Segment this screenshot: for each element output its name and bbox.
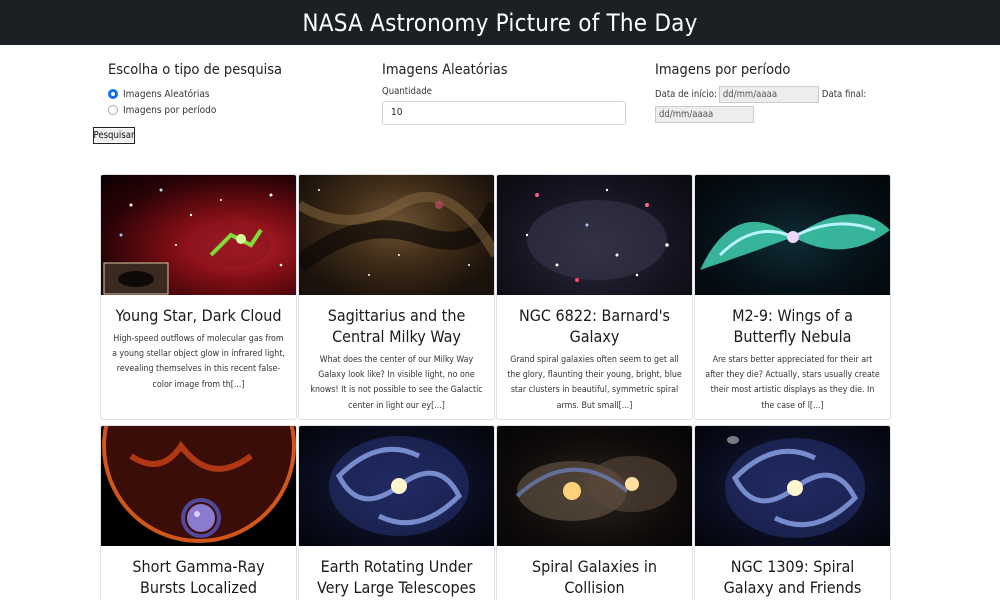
period-section: Imagens por período Data de início: dd/m… (655, 62, 895, 123)
apod-card[interactable]: NGC 6822: Barnard's Galaxy Grand spiral … (496, 174, 693, 420)
card-description: What does the center of our Milky Way Ga… (310, 355, 483, 411)
radio-period-images-input[interactable] (108, 105, 118, 115)
radio-period-images[interactable]: Imagens por período (108, 102, 282, 118)
top-header-bar: NASA Astronomy Picture of The Day (0, 0, 1000, 45)
random-images-section: Imagens Aleatórias Quantidade 10 (382, 62, 626, 125)
card-title[interactable]: NGC 6822: Barnard's Galaxy (497, 295, 692, 347)
search-button[interactable]: Pesquisar (93, 127, 135, 144)
page-title: NASA Astronomy Picture of The Day (302, 8, 698, 37)
card-title[interactable]: Short Gamma-Ray Bursts Localized (101, 546, 296, 598)
radio-random-images[interactable]: Imagens Aleatórias (108, 86, 282, 102)
quantity-label: Quantidade (382, 86, 432, 97)
apod-card[interactable]: NGC 1309: Spiral Galaxy and Friends (694, 425, 891, 600)
radio-random-images-input[interactable] (108, 89, 118, 99)
card-description: Are stars better appreciated for their a… (705, 355, 880, 411)
card-image-m2-9[interactable] (695, 175, 890, 295)
end-date-label: Data final: (821, 89, 867, 100)
card-image-gamma-ray[interactable] (101, 426, 296, 546)
apod-card[interactable]: Spiral Galaxies in Collision (496, 425, 693, 600)
card-image-earth-rotating[interactable] (299, 426, 494, 546)
card-title[interactable]: M2-9: Wings of a Butterfly Nebula (695, 295, 890, 347)
apod-card[interactable]: Earth Rotating Under Very Large Telescop… (298, 425, 495, 600)
end-date-input[interactable]: dd/mm/aaaa (655, 106, 754, 123)
radio-random-images-label: Imagens Aleatórias (123, 88, 210, 100)
apod-card[interactable]: Sagittarius and the Central Milky Way Wh… (298, 174, 495, 420)
start-date-label: Data de início: (655, 89, 717, 100)
apod-card[interactable]: Short Gamma-Ray Bursts Localized (100, 425, 297, 600)
period-heading: Imagens por período (655, 62, 791, 78)
radio-period-images-label: Imagens por período (123, 104, 217, 116)
search-type-heading: Escolha o tipo de pesquisa (108, 62, 283, 78)
quantity-input[interactable]: 10 (382, 101, 626, 125)
random-images-heading: Imagens Aleatórias (382, 62, 508, 78)
card-title[interactable]: Sagittarius and the Central Milky Way (299, 295, 494, 347)
apod-card[interactable]: Young Star, Dark Cloud High-speed outflo… (100, 174, 297, 420)
card-image-ngc6822[interactable] (497, 175, 692, 295)
card-description: High-speed outflows of molecular gas fro… (112, 334, 285, 390)
card-image-young-star[interactable] (101, 175, 296, 295)
start-date-input[interactable]: dd/mm/aaaa (718, 86, 819, 103)
card-image-ngc1309[interactable] (695, 426, 890, 546)
card-title[interactable]: Young Star, Dark Cloud (101, 295, 296, 326)
search-type-section: Escolha o tipo de pesquisa Imagens Aleat… (108, 62, 282, 118)
card-image-spiral-collision[interactable] (497, 426, 692, 546)
apod-card[interactable]: M2-9: Wings of a Butterfly Nebula Are st… (694, 174, 891, 420)
card-image-sagittarius[interactable] (299, 175, 494, 295)
card-description: Grand spiral galaxies often seem to get … (507, 355, 682, 411)
card-title[interactable]: NGC 1309: Spiral Galaxy and Friends (695, 546, 890, 598)
card-title[interactable]: Spiral Galaxies in Collision (497, 546, 692, 598)
card-title[interactable]: Earth Rotating Under Very Large Telescop… (299, 546, 494, 598)
date-range-row: Data de início: dd/mm/aaaa Data final: d… (655, 86, 895, 123)
